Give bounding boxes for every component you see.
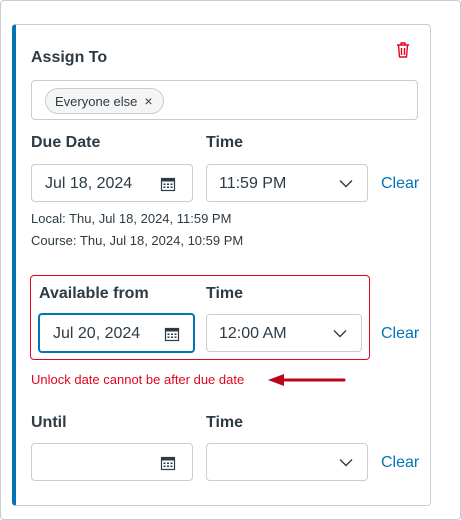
calendar-icon[interactable] [160, 455, 176, 471]
chevron-down-icon [339, 459, 353, 467]
calendar-icon[interactable] [160, 176, 176, 192]
close-icon[interactable]: × [144, 94, 152, 108]
due-date-input[interactable]: Jul 18, 2024 [31, 164, 193, 202]
assignee-tag[interactable]: Everyone else × [45, 88, 164, 114]
due-time-select[interactable]: 11:59 PM [206, 164, 368, 202]
calendar-icon[interactable] [164, 326, 180, 342]
due-clear-button[interactable]: Clear [381, 175, 419, 193]
assign-to-input[interactable]: Everyone else × [31, 80, 418, 120]
assignee-tag-label: Everyone else [55, 93, 138, 109]
due-course-time: Course: Thu, Jul 18, 2024, 10:59 PM [31, 233, 244, 248]
due-time-heading: Time [206, 134, 244, 151]
chevron-down-icon [339, 180, 353, 188]
until-heading: Until [31, 414, 67, 431]
due-local-time: Local: Thu, Jul 18, 2024, 11:59 PM [31, 211, 232, 226]
available-time-heading: Time [206, 285, 244, 302]
available-from-heading: Available from [39, 285, 149, 302]
error-message: Unlock date cannot be after due date [31, 372, 245, 387]
chevron-down-icon [333, 330, 347, 338]
until-time-heading: Time [206, 414, 244, 431]
available-from-time-select[interactable]: 12:00 AM [206, 314, 362, 352]
until-clear-button[interactable]: Clear [381, 454, 419, 472]
due-time-value: 11:59 PM [219, 175, 287, 192]
until-time-select[interactable] [206, 443, 368, 481]
due-date-heading: Due Date [31, 134, 101, 151]
arrow-left-icon [268, 374, 346, 386]
trash-icon[interactable] [393, 40, 413, 60]
due-date-value: Jul 18, 2024 [45, 175, 133, 192]
available-from-time-value: 12:00 AM [219, 325, 287, 342]
until-date-input[interactable] [31, 443, 193, 481]
available-from-date-value: Jul 20, 2024 [53, 325, 141, 342]
available-clear-button[interactable]: Clear [381, 325, 419, 343]
assign-to-heading: Assign To [31, 49, 108, 66]
available-from-date-input[interactable]: Jul 20, 2024 [38, 313, 195, 353]
